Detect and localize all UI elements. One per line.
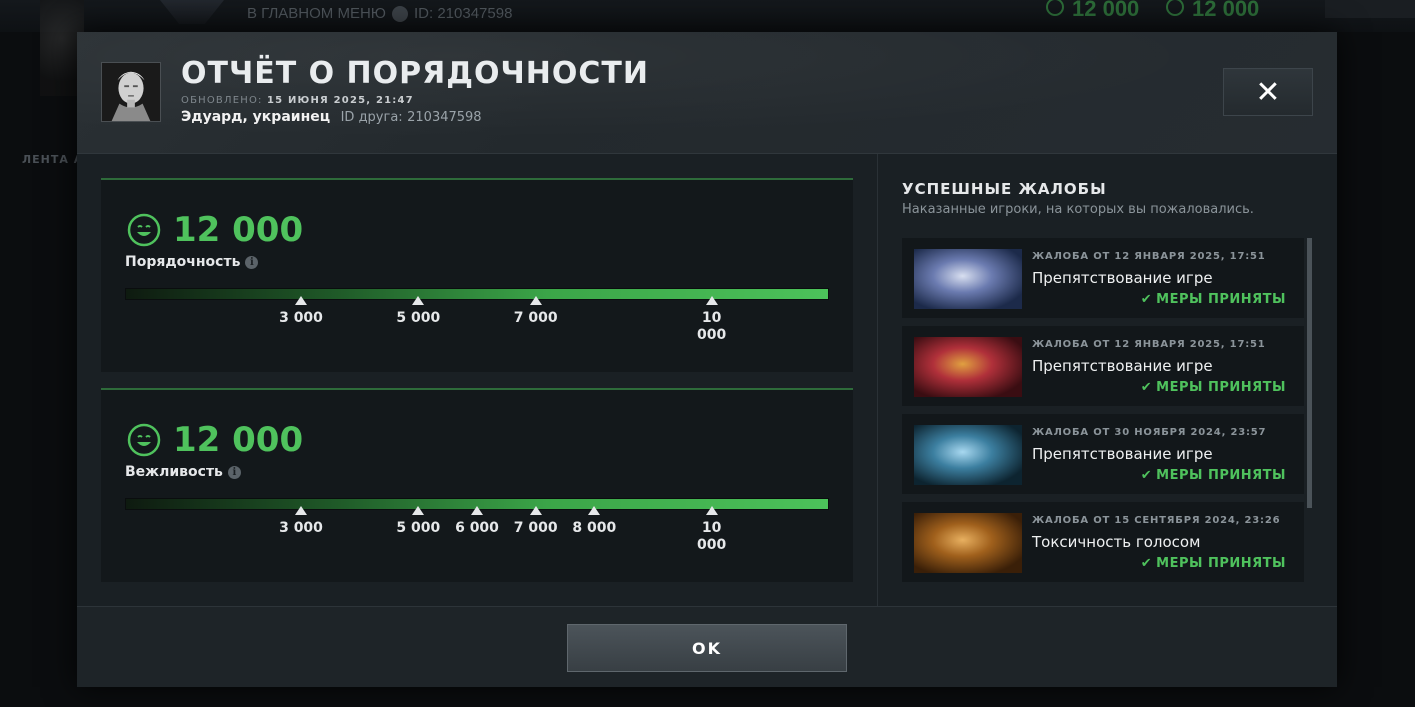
steam-icon <box>392 6 408 22</box>
tick-label: 3 000 <box>279 520 323 536</box>
tick-marker-icon <box>705 296 718 305</box>
bust-avatar-icon <box>102 63 160 121</box>
friend-id-label: ID друга: <box>340 110 403 125</box>
report-date: ЖАЛОБА ОТ 12 ЯНВАРЯ 2025, 17:51 <box>1032 251 1266 262</box>
tick-label: 5 000 <box>396 310 441 326</box>
reports-list[interactable]: ЖАЛОБА ОТ 12 ЯНВАРЯ 2025, 17:51 Препятст… <box>902 238 1313 582</box>
tick-marker-icon <box>295 296 307 305</box>
report-date: ЖАЛОБА ОТ 12 ЯНВАРЯ 2025, 17:51 <box>1032 339 1266 350</box>
user-info: Эдуард, украинец ID друга: 210347598 <box>181 109 482 125</box>
behavior-label: Порядочность i <box>125 254 259 270</box>
check-icon: ✔ <box>1140 380 1153 395</box>
communication-label: Вежливость i <box>125 464 241 480</box>
tick-marker-icon <box>412 506 425 515</box>
report-reason: Препятствование игре <box>1032 445 1213 463</box>
tick-label: 6 000 <box>455 520 499 536</box>
dialog-body: 12 000 Порядочность i 3 000 5 000 7 000 10 0… <box>77 154 1337 606</box>
report-status-text: МЕРЫ ПРИНЯТЫ <box>1156 292 1286 307</box>
report-item: ЖАЛОБА ОТ 12 ЯНВАРЯ 2025, 17:51 Препятст… <box>902 326 1304 406</box>
check-icon: ✔ <box>1140 292 1153 307</box>
player-avatar <box>101 62 161 122</box>
tick-marker-icon <box>588 506 601 515</box>
stat-head: 12 000 <box>127 210 303 250</box>
behavior-score: 12 000 <box>173 210 304 250</box>
tick-marker-icon <box>412 296 425 305</box>
report-reason: Препятствование игре <box>1032 357 1213 375</box>
tick-label: 7 000 <box>513 310 558 326</box>
behavior-label-text: Порядочность <box>125 254 241 270</box>
hero-portrait-demon-icon <box>914 337 1022 397</box>
reports-title: УСПЕШНЫЕ ЖАЛОБЫ <box>902 180 1107 198</box>
dialog-footer: OK <box>77 606 1337 687</box>
report-status: ✔ МЕРЫ ПРИНЯТЫ <box>1141 292 1286 307</box>
background-currency-a: 12 000 <box>1072 0 1140 21</box>
stat-card-behavior: 12 000 Порядочность i 3 000 5 000 7 000 10 0… <box>101 178 853 372</box>
communication-score: 12 000 <box>173 420 304 460</box>
communication-label-text: Вежливость <box>125 464 223 480</box>
dialog-title: ОТЧЁТ О ПОРЯДОЧНОСТИ <box>181 56 649 91</box>
report-reason: Токсичность голосом <box>1032 533 1201 551</box>
smile-icon <box>127 423 161 457</box>
hero-portrait-beast-icon <box>914 513 1022 573</box>
behavior-progress-bar <box>125 288 829 300</box>
background-currency-b: 12 000 <box>1192 0 1260 21</box>
tick-marker-icon <box>471 506 483 515</box>
tick-label: 7 000 <box>513 520 558 536</box>
conduct-report-dialog: ОТЧЁТ О ПОРЯДОЧНОСТИ ОБНОВЛЕНО: 15 ИЮНЯ … <box>77 32 1337 687</box>
tick-label: 3 000 <box>279 310 323 326</box>
tick-label: 8 000 <box>572 520 617 536</box>
report-item: ЖАЛОБА ОТ 12 ЯНВАРЯ 2025, 17:51 Препятст… <box>902 238 1304 318</box>
reports-subtitle: Наказанные игроки, на которых вы пожалов… <box>902 202 1254 217</box>
stat-head: 12 000 <box>127 420 303 460</box>
report-item: ЖАЛОБА ОТ 15 СЕНТЯБРЯ 2024, 23:26 Токсич… <box>902 502 1304 582</box>
updated-timestamp: ОБНОВЛЕНО: 15 ИЮНЯ 2025, 21:47 <box>181 95 414 106</box>
tick-marker-icon <box>705 506 718 515</box>
tick-label: 10 000 <box>697 310 727 343</box>
report-status-text: МЕРЫ ПРИНЯТЫ <box>1156 468 1286 483</box>
vertical-divider <box>877 154 878 606</box>
ok-button[interactable]: OK <box>567 624 847 672</box>
background-feed-label: ЛЕНТА А <box>22 153 84 166</box>
close-button[interactable]: ✕ <box>1223 68 1313 116</box>
report-status-text: МЕРЫ ПРИНЯТЫ <box>1156 556 1286 571</box>
report-date: ЖАЛОБА ОТ 15 СЕНТЯБРЯ 2024, 23:26 <box>1032 515 1281 526</box>
hero-portrait-vengeful-icon <box>914 249 1022 309</box>
report-status: ✔ МЕРЫ ПРИНЯТЫ <box>1141 380 1286 395</box>
user-name: Эдуард, украинец <box>181 109 331 125</box>
tick-marker-icon <box>529 506 542 515</box>
report-status: ✔ МЕРЫ ПРИНЯТЫ <box>1141 468 1286 483</box>
tick-label: 10 000 <box>697 520 727 553</box>
report-date: ЖАЛОБА ОТ 30 НОЯБРЯ 2024, 23:57 <box>1032 427 1267 438</box>
smile-icon <box>127 213 161 247</box>
report-status: ✔ МЕРЫ ПРИНЯТЫ <box>1141 556 1286 571</box>
tick-label: 5 000 <box>396 520 441 536</box>
check-icon: ✔ <box>1140 556 1153 571</box>
report-item: ЖАЛОБА ОТ 30 НОЯБРЯ 2024, 23:57 Препятст… <box>902 414 1304 494</box>
background-main-menu-link: В ГЛАВНОМ МЕНЮ <box>247 5 386 22</box>
report-status-text: МЕРЫ ПРИНЯТЫ <box>1156 380 1286 395</box>
reports-scrollbar[interactable] <box>1307 238 1312 508</box>
tick-marker-icon <box>295 506 307 515</box>
updated-label: ОБНОВЛЕНО: <box>181 95 263 106</box>
tick-marker-icon <box>529 296 542 305</box>
hero-portrait-spirit-icon <box>914 425 1022 485</box>
background-steam-id: ID: 210347598 <box>414 5 513 22</box>
friend-id-value: 210347598 <box>407 110 482 125</box>
report-reason: Препятствование игре <box>1032 269 1213 287</box>
close-icon: ✕ <box>1255 74 1281 110</box>
info-icon[interactable]: i <box>245 256 259 269</box>
info-icon[interactable]: i <box>227 466 241 479</box>
updated-value: 15 ИЮНЯ 2025, 21:47 <box>266 95 414 106</box>
check-icon: ✔ <box>1140 468 1153 483</box>
dialog-header: ОТЧЁТ О ПОРЯДОЧНОСТИ ОБНОВЛЕНО: 15 ИЮНЯ … <box>77 32 1337 154</box>
stat-card-communication: 12 000 Вежливость i 3 000 5 000 6 000 7 000 8… <box>101 388 853 582</box>
background-right-panel <box>1325 0 1415 18</box>
